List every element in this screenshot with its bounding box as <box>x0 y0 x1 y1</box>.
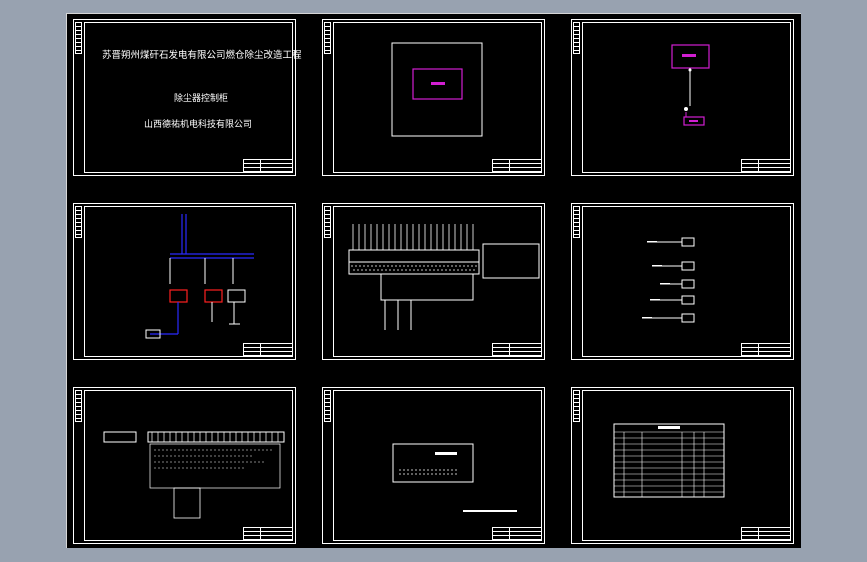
terminal-wiring-sheet[interactable] <box>322 203 545 360</box>
bom-table <box>613 423 725 498</box>
title-block <box>243 527 293 541</box>
cover-subtitle: 除尘器控制柜 <box>174 94 229 104</box>
title-block <box>741 527 791 541</box>
block-diagram <box>671 44 710 126</box>
io-signal-diagram <box>642 237 695 323</box>
title-block <box>243 343 293 357</box>
enclosure-drawing <box>391 42 483 137</box>
title-block <box>492 527 542 541</box>
io-signal-sheet[interactable] <box>571 203 794 360</box>
enclosure-layout-sheet[interactable] <box>322 19 545 176</box>
title-block <box>492 159 542 173</box>
title-block <box>741 159 791 173</box>
sheet-border-strip <box>75 22 82 54</box>
cover-sheet[interactable]: 苏晋朔州煤矸石发电有限公司燃仓除尘改造工程 除尘器控制柜 山西德祐机电科技有限公… <box>73 19 302 176</box>
panel-layout <box>392 443 517 512</box>
cover-title: 苏晋朔州煤矸石发电有限公司燃仓除尘改造工程 <box>102 50 302 61</box>
bill-of-materials-sheet[interactable] <box>571 387 794 544</box>
power-schematic-sheet[interactable] <box>73 203 296 360</box>
terminal-strip <box>103 431 285 519</box>
panel-layout-sheet[interactable] <box>322 387 545 544</box>
title-block <box>243 159 293 173</box>
title-block <box>492 343 542 357</box>
power-schematic <box>145 214 254 339</box>
block-diagram-sheet[interactable] <box>571 19 794 176</box>
drawing-canvas[interactable]: 苏晋朔州煤矸石发电有限公司燃仓除尘改造工程 除尘器控制柜 山西德祐机电科技有限公… <box>66 13 801 548</box>
cover-company: 山西德祐机电科技有限公司 <box>144 120 253 130</box>
terminal-wiring <box>348 224 540 330</box>
terminal-strip-sheet[interactable] <box>73 387 296 544</box>
title-block <box>741 343 791 357</box>
